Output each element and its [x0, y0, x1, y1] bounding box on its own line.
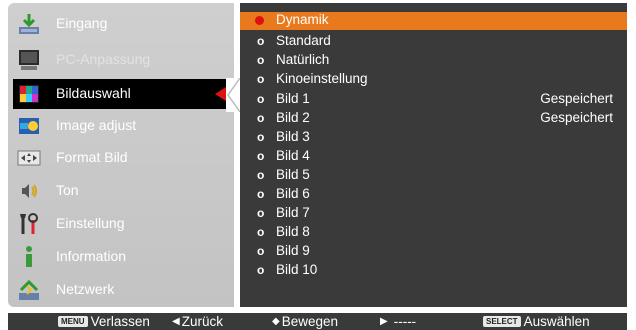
- bullet-icon: o: [257, 187, 265, 201]
- list-item[interactable]: o Bild 1 Gespeichert: [240, 91, 627, 109]
- menu-item-information[interactable]: Information: [8, 242, 234, 272]
- pc-adjust-icon: [17, 48, 41, 72]
- list-item-label: Bild 3: [276, 129, 310, 144]
- list-item-label: Natürlich: [276, 52, 330, 67]
- active-dot-icon: [255, 16, 264, 25]
- menu-item-netzwerk[interactable]: Netzwerk: [8, 275, 234, 305]
- left-arrow-icon: ◀: [172, 316, 180, 327]
- sound-icon: [17, 179, 41, 203]
- menu-item-pc-anpassung[interactable]: PC-Anpassung: [8, 45, 234, 75]
- list-item[interactable]: o Bild 2 Gespeichert: [240, 110, 627, 128]
- footer-select-hint: SELECT Auswählen: [483, 314, 590, 329]
- list-item-label: Kinoeinstellung: [276, 71, 368, 86]
- move-label: Bewegen: [281, 314, 338, 329]
- list-item-label: Bild 7: [276, 205, 310, 220]
- menu-item-ton[interactable]: Ton: [8, 176, 234, 206]
- footer-back-hint: ◀ Zurück: [172, 314, 223, 329]
- list-item[interactable]: o Kinoeinstellung: [240, 71, 627, 89]
- bullet-icon: o: [257, 92, 265, 106]
- list-item[interactable]: o Bild 7: [240, 205, 627, 223]
- menu-panel: Eingang PC-Anpassung Bildauswahl Image a…: [8, 3, 234, 307]
- menu-item-label: Eingang: [56, 15, 108, 31]
- bullet-icon: o: [257, 72, 265, 86]
- selection-pointer-icon: [215, 87, 226, 101]
- bullet-icon: o: [257, 263, 265, 277]
- list-item-label: Bild 4: [276, 148, 310, 163]
- image-select-icon: [17, 82, 41, 106]
- bullet-icon: o: [257, 111, 265, 125]
- list-item[interactable]: o Bild 8: [240, 224, 627, 242]
- list-item-label: Bild 5: [276, 167, 310, 182]
- bullet-icon: o: [257, 206, 265, 220]
- right-arrow-icon: ▶: [380, 316, 388, 327]
- menu-item-label: Netzwerk: [56, 281, 115, 297]
- list-item[interactable]: o Standard: [240, 33, 627, 51]
- bullet-icon: o: [257, 244, 265, 258]
- bullet-icon: o: [257, 53, 265, 67]
- back-label: Zurück: [181, 314, 223, 329]
- list-item-label: Bild 2: [276, 110, 310, 125]
- footer-bar: MENU Verlassen ◀ Zurück ◆ Bewegen ▶ ----…: [8, 313, 627, 330]
- list-item[interactable]: o Natürlich: [240, 52, 627, 70]
- menu-item-label: PC-Anpassung: [56, 51, 151, 67]
- up-down-arrow-icon: ◆: [272, 316, 280, 327]
- list-item[interactable]: o Bild 6: [240, 186, 627, 204]
- menu-item-einstellung[interactable]: Einstellung: [8, 209, 234, 239]
- list-item[interactable]: Dynamik: [240, 12, 627, 30]
- list-item[interactable]: o Bild 5: [240, 167, 627, 185]
- footer-move-hint: ◆ Bewegen: [272, 314, 338, 329]
- bullet-icon: o: [257, 34, 265, 48]
- option-list-panel: Dynamik o Standard o Natürlich o Kinoein…: [240, 3, 627, 307]
- list-item-label: Bild 8: [276, 224, 310, 239]
- list-item-label: Standard: [276, 33, 331, 48]
- select-label: Auswählen: [523, 314, 590, 329]
- saved-status: Gespeichert: [540, 91, 613, 106]
- select-key-icon: SELECT: [483, 316, 521, 327]
- list-item-label: Bild 9: [276, 243, 310, 258]
- input-icon: [17, 12, 41, 36]
- bullet-icon: o: [257, 149, 265, 163]
- menu-item-eingang[interactable]: Eingang: [8, 9, 234, 39]
- menu-item-label: Format Bild: [56, 149, 128, 165]
- information-icon: [17, 245, 41, 269]
- menu-item-bildauswahl[interactable]: Bildauswahl: [13, 79, 234, 109]
- menu-item-label: Ton: [56, 182, 79, 198]
- footer-exit-hint: MENU Verlassen: [58, 314, 150, 329]
- menu-item-label: Bildauswahl: [56, 85, 131, 101]
- list-item[interactable]: o Bild 4: [240, 148, 627, 166]
- setting-icon: [17, 212, 41, 236]
- list-item[interactable]: o Bild 3: [240, 129, 627, 147]
- footer-next-hint: ▶ -----: [380, 314, 416, 329]
- bullet-icon: o: [257, 130, 265, 144]
- network-icon: [17, 278, 41, 302]
- bullet-icon: o: [257, 168, 265, 182]
- saved-status: Gespeichert: [540, 110, 613, 125]
- menu-key-icon: MENU: [58, 316, 88, 327]
- list-item-label: Dynamik: [276, 12, 329, 27]
- menu-item-label: Information: [56, 248, 127, 264]
- exit-label: Verlassen: [90, 314, 150, 329]
- list-item-label: Bild 6: [276, 186, 310, 201]
- menu-connector-notch: [226, 78, 240, 112]
- menu-item-label: Image adjust: [56, 117, 137, 133]
- list-item-label: Bild 1: [276, 91, 310, 106]
- menu-item-format-bild[interactable]: Format Bild: [8, 143, 234, 173]
- bullet-icon: o: [257, 225, 265, 239]
- menu-item-label: Einstellung: [56, 215, 125, 231]
- list-item[interactable]: o Bild 10: [240, 262, 627, 280]
- list-item-label: Bild 10: [276, 262, 318, 277]
- next-label: -----: [393, 314, 417, 329]
- list-item[interactable]: o Bild 9: [240, 243, 627, 261]
- menu-item-image-adjust[interactable]: Image adjust: [8, 111, 234, 141]
- image-adjust-icon: [17, 114, 41, 138]
- screen-format-icon: [17, 146, 41, 170]
